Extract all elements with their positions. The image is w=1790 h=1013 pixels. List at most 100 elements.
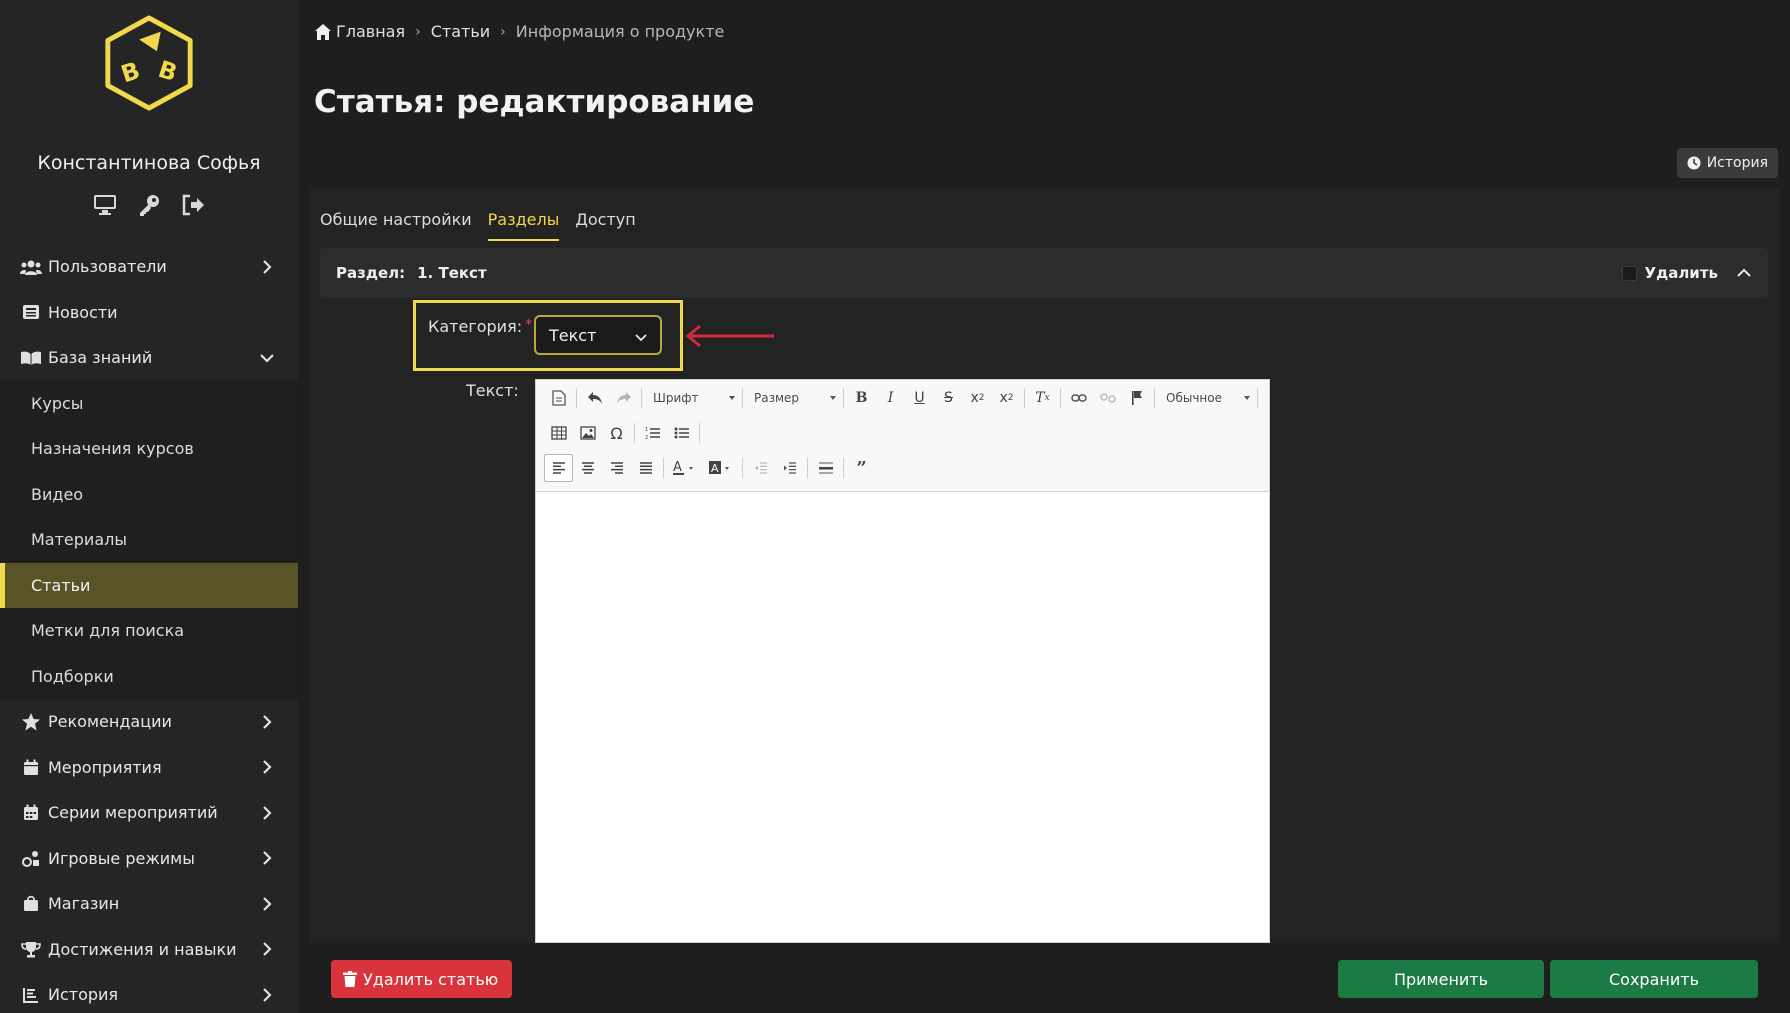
bold-icon[interactable]: B bbox=[847, 384, 876, 412]
save-button[interactable]: Сохранить bbox=[1550, 960, 1758, 998]
align-center-icon[interactable] bbox=[573, 454, 602, 482]
toolbar-separator bbox=[742, 388, 743, 408]
link-icon[interactable] bbox=[1064, 384, 1093, 412]
key-icon[interactable] bbox=[136, 192, 162, 218]
svg-text:1: 1 bbox=[645, 427, 648, 433]
tabs: Общие настройки Разделы Доступ bbox=[320, 210, 636, 241]
blockquote-icon[interactable]: ” bbox=[847, 454, 876, 482]
numbered-list-icon[interactable]: 12 bbox=[638, 419, 667, 447]
sidebar-subitem-collections[interactable]: Подборки bbox=[0, 654, 298, 700]
sidebar-subitem-courses[interactable]: Курсы bbox=[0, 381, 298, 427]
toolbar-row-1: Шрифт Размер B I U S x2 x2 Tx Обычное bbox=[544, 384, 1261, 412]
horizontal-rule-icon[interactable] bbox=[811, 454, 840, 482]
app: B B Константинова Софья Пользователи Нов… bbox=[0, 0, 1790, 1013]
home-icon[interactable] bbox=[314, 23, 332, 41]
category-label: Категория: * bbox=[428, 317, 532, 336]
bullet-list-icon[interactable] bbox=[667, 419, 696, 447]
image-icon[interactable] bbox=[573, 419, 602, 447]
indent-icon[interactable] bbox=[775, 454, 804, 482]
chevron-right-icon bbox=[263, 851, 272, 866]
page-title: Статья: редактирование bbox=[314, 84, 755, 120]
arrow-annotation-icon bbox=[685, 324, 774, 348]
italic-icon[interactable]: I bbox=[876, 384, 905, 412]
redo-icon[interactable] bbox=[609, 384, 638, 412]
anchor-flag-icon[interactable] bbox=[1122, 384, 1151, 412]
sidebar-item-events[interactable]: Мероприятия bbox=[0, 745, 298, 791]
user-actions bbox=[0, 192, 298, 218]
sidebar-subitem-materials[interactable]: Материалы bbox=[0, 517, 298, 563]
chevron-right-icon bbox=[263, 987, 272, 1002]
toolbar-separator bbox=[699, 423, 700, 443]
sidebar-item-history[interactable]: История bbox=[0, 972, 298, 1013]
tab-general-settings[interactable]: Общие настройки bbox=[320, 210, 472, 241]
delete-article-label: Удалить статью bbox=[363, 969, 499, 989]
history-button[interactable]: История bbox=[1676, 148, 1778, 178]
breadcrumb-articles[interactable]: Статьи bbox=[431, 22, 490, 41]
section-header[interactable]: Раздел: 1. Текст Удалить bbox=[320, 248, 1768, 298]
section-label: Раздел: bbox=[336, 264, 406, 282]
user-name: Константинова Софья bbox=[37, 152, 261, 174]
font-family-dropdown[interactable]: Шрифт bbox=[645, 384, 739, 412]
sidebar-subitem-articles[interactable]: Статьи bbox=[0, 562, 298, 608]
sidebar-item-news[interactable]: Новости bbox=[0, 290, 298, 336]
chevron-right-icon bbox=[263, 259, 272, 274]
background-color-icon[interactable]: A bbox=[703, 454, 739, 482]
sidebar-item-label: Новости bbox=[48, 302, 118, 322]
sidebar-item-shop[interactable]: Магазин bbox=[0, 881, 298, 927]
breadcrumb-current: Информация о продукте bbox=[515, 22, 725, 41]
sidebar-item-recommendations[interactable]: Рекомендации bbox=[0, 699, 298, 745]
toolbar-separator bbox=[843, 388, 844, 408]
editor-content-area[interactable] bbox=[536, 492, 1269, 942]
sidebar-item-label: Достижения и навыки bbox=[48, 939, 237, 959]
users-icon bbox=[20, 257, 42, 277]
align-justify-icon[interactable] bbox=[631, 454, 660, 482]
logout-icon[interactable] bbox=[180, 192, 206, 218]
special-char-omega-icon[interactable]: Ω bbox=[602, 419, 631, 447]
outdent-icon[interactable] bbox=[746, 454, 775, 482]
editor-toolbar: Шрифт Размер B I U S x2 x2 Tx Обычное Ω … bbox=[536, 380, 1269, 492]
tab-access[interactable]: Доступ bbox=[575, 210, 635, 241]
text-color-icon[interactable]: A bbox=[667, 454, 703, 482]
paragraph-format-dropdown[interactable]: Обычное bbox=[1158, 384, 1254, 412]
sidebar-subitem-course-assignments[interactable]: Назначения курсов bbox=[0, 426, 298, 472]
tab-sections[interactable]: Разделы bbox=[487, 210, 560, 241]
sidebar-item-label: Серии мероприятий bbox=[48, 803, 218, 823]
category-select[interactable]: Текст bbox=[534, 315, 662, 355]
sidebar-subitem-search-tags[interactable]: Метки для поиска bbox=[0, 608, 298, 654]
remove-format-icon[interactable]: Tx bbox=[1028, 384, 1057, 412]
game-icon bbox=[20, 848, 42, 868]
sidebar-item-label: История bbox=[48, 985, 119, 1005]
source-icon[interactable] bbox=[544, 384, 573, 412]
chevron-down-icon bbox=[635, 334, 647, 342]
chevron-right-icon bbox=[263, 942, 272, 957]
subscript-icon[interactable]: x2 bbox=[963, 384, 992, 412]
superscript-icon[interactable]: x2 bbox=[992, 384, 1021, 412]
delete-article-button[interactable]: Удалить статью bbox=[331, 960, 513, 998]
underline-icon[interactable]: U bbox=[905, 384, 934, 412]
breadcrumb-home[interactable]: Главная bbox=[336, 22, 405, 41]
table-icon[interactable] bbox=[544, 419, 573, 447]
sidebar-item-achievements[interactable]: Достижения и навыки bbox=[0, 927, 298, 973]
toolbar-separator bbox=[634, 423, 635, 443]
toolbar-separator bbox=[663, 458, 664, 478]
unlink-icon[interactable] bbox=[1093, 384, 1122, 412]
align-left-icon[interactable] bbox=[544, 454, 573, 482]
align-right-icon[interactable] bbox=[602, 454, 631, 482]
toolbar-separator bbox=[1154, 388, 1155, 408]
apply-button[interactable]: Применить bbox=[1338, 960, 1544, 998]
delete-section-checkbox[interactable] bbox=[1621, 265, 1637, 281]
chart-icon bbox=[20, 985, 42, 1005]
sidebar-item-users[interactable]: Пользователи bbox=[0, 244, 298, 290]
svg-text:A: A bbox=[673, 460, 682, 475]
sidebar-item-knowledge-base[interactable]: База знаний bbox=[0, 335, 298, 381]
strikethrough-icon[interactable]: S bbox=[934, 384, 963, 412]
svg-text:B: B bbox=[155, 55, 181, 87]
sidebar-item-event-series[interactable]: Серии мероприятий bbox=[0, 790, 298, 836]
sidebar: B B Константинова Софья Пользователи Нов… bbox=[0, 0, 298, 1013]
chevron-up-icon[interactable] bbox=[1736, 265, 1752, 281]
sidebar-subitem-video[interactable]: Видео bbox=[0, 472, 298, 518]
sidebar-item-game-modes[interactable]: Игровые режимы bbox=[0, 836, 298, 882]
undo-icon[interactable] bbox=[580, 384, 609, 412]
font-size-dropdown[interactable]: Размер bbox=[746, 384, 840, 412]
monitor-icon[interactable] bbox=[92, 192, 118, 218]
